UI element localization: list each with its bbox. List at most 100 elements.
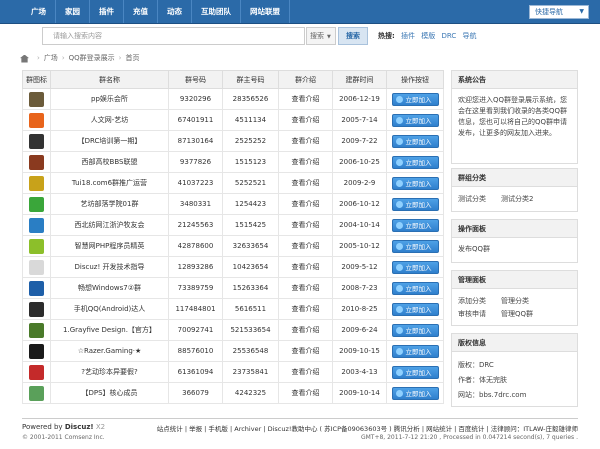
breadcrumb-separator: › [61,54,65,62]
view-intro-link[interactable]: 查看介绍 [278,109,333,131]
search-type-select[interactable]: 搜索 ▼ [306,27,336,45]
create-date: 2006-10-12 [332,193,387,215]
view-intro-link[interactable]: 查看介绍 [278,298,333,320]
nav-item-chajian[interactable]: 插件 [90,0,124,23]
copyright-panel: 版权信息 版权：DRC 作者：体无完肤 网站：bbs.7drc.com [451,333,578,407]
view-intro-link[interactable]: 查看介绍 [278,151,333,173]
group-icon [29,301,44,317]
table-row: ?艺动珍本异要假? 61361094 23735841 查看介绍 2003-4-13 立即… [22,361,444,383]
table-row: 手机QQ(Android)达人 117484801 5616511 查看介绍 2010-… [22,298,444,320]
qq-icon [395,326,403,334]
create-date: 2009-10-15 [332,340,387,362]
search-button[interactable]: 搜索 [338,27,368,45]
manage-category-link[interactable]: 管理分类 [501,295,544,308]
hot-term-link[interactable]: 导航 [463,32,477,40]
table-row: 【DRC培训第一期】 87130164 2525252 查看介绍 2009-7-22 立即… [22,130,444,152]
view-intro-link[interactable]: 查看介绍 [278,277,333,299]
join-button[interactable]: 立即加入 [391,218,439,232]
create-date: 2009-5-12 [332,256,387,278]
join-button[interactable]: 立即加入 [391,323,439,337]
home-icon[interactable] [20,54,29,63]
brand-link[interactable]: Discuz! [65,423,94,431]
table-row: 西部高校BBS联盟 9377826 1515123 查看介绍 2006-10-25 立即加… [22,151,444,173]
nav-item-jiayuan[interactable]: 家园 [56,0,90,23]
add-category-link[interactable]: 添加分类 [458,295,501,308]
join-cell: 立即加入 [386,130,444,152]
qq-icon [395,179,403,187]
view-intro-link[interactable]: 查看介绍 [278,256,333,278]
review-application-link[interactable]: 审核申请 [458,308,501,321]
join-cell: 立即加入 [386,88,444,110]
nav-item-guangchang[interactable]: 广场 [22,0,56,23]
join-button[interactable]: 立即加入 [391,197,439,211]
owner-number: 32633654 [222,235,279,257]
owner-number: 25536548 [222,340,279,362]
join-button[interactable]: 立即加入 [391,113,439,127]
owner-number: 5616511 [222,298,279,320]
view-intro-link[interactable]: 查看介绍 [278,361,333,383]
view-intro-link[interactable]: 查看介绍 [278,382,333,404]
group-icon-cell [22,256,51,278]
create-date: 2008-7-23 [332,277,387,299]
qq-icon [395,284,403,292]
join-button[interactable]: 立即加入 [391,239,439,253]
view-intro-link[interactable]: 查看介绍 [278,214,333,236]
join-cell: 立即加入 [386,235,444,257]
join-button[interactable]: 立即加入 [391,260,439,274]
join-button[interactable]: 立即加入 [391,344,439,358]
join-cell: 立即加入 [386,277,444,299]
nav-item-dongtai[interactable]: 动态 [158,0,192,23]
group-icon [29,322,44,338]
view-intro-link[interactable]: 查看介绍 [278,340,333,362]
owner-number: 4511134 [222,109,279,131]
publish-group-link[interactable]: 发布QQ群 [458,244,571,255]
group-number: 87130164 [168,130,223,152]
column-header: 群图标 [22,70,51,89]
join-button[interactable]: 立即加入 [391,134,439,148]
join-button[interactable]: 立即加入 [391,365,439,379]
search-input[interactable]: 请输入搜索内容 [42,27,305,45]
hot-term-link[interactable]: DRC [442,32,457,40]
join-button[interactable]: 立即加入 [391,281,439,295]
join-button[interactable]: 立即加入 [391,386,439,400]
nav-item-lianmeng[interactable]: 网站联盟 [241,0,290,23]
hot-search: 热搜: 插件 模版 DRC 导航 [378,27,481,45]
category-panel: 群组分类 测试分类 测试分类2 [451,168,578,212]
quick-nav-button[interactable]: 快捷导航 ▼ [529,5,589,19]
category-link[interactable]: 测试分类 [458,193,501,206]
join-button[interactable]: 立即加入 [391,302,439,316]
qq-icon [395,116,403,124]
join-button[interactable]: 立即加入 [391,176,439,190]
table-row: 智慧网PHP程序员精英 42878600 32633654 查看介绍 2005-10-1… [22,235,444,257]
category-link[interactable]: 测试分类2 [501,193,544,206]
group-name: 【DRC培训第一期】 [50,130,169,152]
group-icon-cell [22,88,51,110]
group-name: 【DPS】核心成员 [50,382,169,404]
view-intro-link[interactable]: 查看介绍 [278,193,333,215]
owner-number: 1515425 [222,214,279,236]
nav-item-chongzhi[interactable]: 充值 [124,0,158,23]
hot-term-link[interactable]: 插件 [401,32,415,40]
view-intro-link[interactable]: 查看介绍 [278,235,333,257]
operation-panel: 操作面板 发布QQ群 [451,219,578,263]
join-button[interactable]: 立即加入 [391,92,439,106]
nav-item-huzhu[interactable]: 互助团队 [192,0,241,23]
column-header: 建群时间 [332,70,387,89]
view-intro-link[interactable]: 查看介绍 [278,130,333,152]
group-number: 9320296 [168,88,223,110]
column-header: 操作按钮 [386,70,444,89]
join-button[interactable]: 立即加入 [391,155,439,169]
view-intro-link[interactable]: 查看介绍 [278,319,333,341]
breadcrumb-item[interactable]: 广场 [44,53,58,64]
owner-number: 10423654 [222,256,279,278]
group-icon-cell [22,214,51,236]
breadcrumb-item[interactable]: QQ群登录展示 [69,53,115,64]
group-number: 88576010 [168,340,223,362]
owner-number: 5252521 [222,172,279,194]
footer-links[interactable]: 站点统计 | 举报 | 手机版 | Archiver | Discuz!教助中心… [157,423,578,433]
manage-group-link[interactable]: 管理QQ群 [501,308,544,321]
hot-term-link[interactable]: 模版 [421,32,435,40]
view-intro-link[interactable]: 查看介绍 [278,172,333,194]
main-menu: 广场 家园 插件 充值 动态 互助团队 网站联盟 [22,0,290,23]
view-intro-link[interactable]: 查看介绍 [278,88,333,110]
